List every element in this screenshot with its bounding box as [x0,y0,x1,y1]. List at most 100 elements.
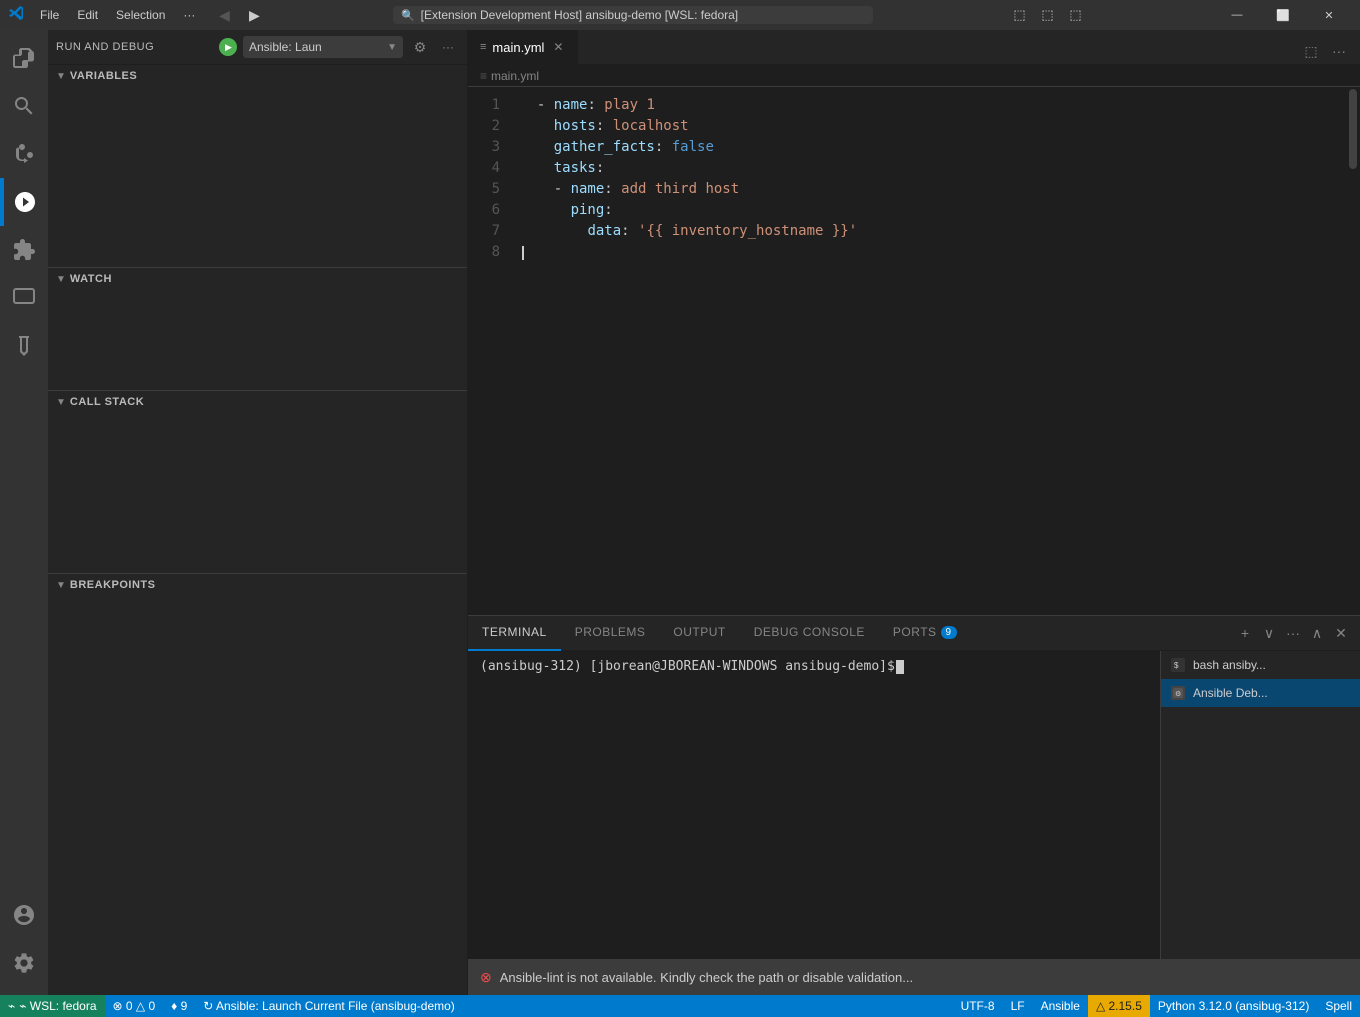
restore-button[interactable]: ⬜ [1260,0,1306,30]
titlebar: File Edit Selection ··· ◀ ▶ 🔍 [Extension… [0,0,1360,30]
tab-ports[interactable]: PORTS 9 [879,616,971,651]
activity-explorer[interactable] [0,34,48,82]
panel-toggle-button[interactable]: ⬚ [1006,4,1032,26]
call-stack-content [48,413,467,573]
svg-text:$: $ [1174,661,1179,670]
editor-scrollbar[interactable] [1346,87,1360,615]
wsl-icon: ⌁ [8,999,15,1013]
breadcrumb: ≡ main.yml [468,65,1360,87]
breakpoints-section: ▼ BREAKPOINTS [48,574,467,656]
variables-header[interactable]: ▼ VARIABLES [48,65,467,87]
chevron-down-icon: ▼ [387,42,397,53]
tab-filename: main.yml [492,40,544,55]
tab-output[interactable]: OUTPUT [659,616,739,651]
breakpoints-content [48,596,467,656]
terminal-prompt-text: (ansibug-312) [jborean@JBOREAN-WINDOWS a… [480,659,895,674]
watch-section: ▼ WATCH [48,268,467,391]
menu-selection[interactable]: Selection [108,6,173,24]
bash-terminal-icon: $ [1171,658,1185,672]
debug-more-button[interactable]: ··· [437,36,459,58]
status-bar: ⌁ ⌁ WSL: fedora ⊗ 0 △ 0 ♦ 9 ↻ Ansible: L… [0,995,1360,1017]
errors-label: ⊗ 0 △ 0 [113,999,156,1013]
terminal-bash-item[interactable]: $ bash ansibу... [1161,651,1360,679]
tab-terminal[interactable]: TERMINAL [468,616,561,651]
status-ports[interactable]: ♦ 9 [163,995,195,1017]
status-errors[interactable]: ⊗ 0 △ 0 [105,995,164,1017]
sidebar-toggle-button[interactable]: ⬚ [1034,4,1060,26]
panel-maximize-button[interactable]: ∧ [1306,622,1328,644]
activity-bottom [0,891,48,995]
code-editor[interactable]: 1 2 3 4 5 6 7 8 - name: play 1 hosts: lo… [468,87,1360,615]
new-terminal-button[interactable]: + [1234,622,1256,644]
more-actions-button[interactable]: ··· [1326,38,1352,64]
terminal-cursor [896,660,904,674]
code-line-1: - name: play 1 [516,95,1360,116]
status-wsl[interactable]: ⌁ ⌁ WSL: fedora [0,995,105,1017]
status-python[interactable]: Python 3.12.0 (ansibug-312) [1150,995,1317,1017]
minimize-button[interactable]: — [1214,0,1260,30]
tab-problems[interactable]: PROBLEMS [561,616,660,651]
terminal-split-button[interactable]: ∨ [1258,622,1280,644]
status-encoding[interactable]: UTF-8 [953,995,1003,1017]
tab-file-icon: ≡ [480,41,486,53]
panel-close-button[interactable]: ✕ [1330,622,1352,644]
activity-test[interactable] [0,322,48,370]
svg-text:⚙: ⚙ [1175,690,1181,698]
terminal-content[interactable]: (ansibug-312) [jborean@JBOREAN-WINDOWS a… [468,651,1160,959]
activity-run-debug[interactable] [0,178,48,226]
code-line-3: gather_facts: false [516,137,1360,158]
debug-run-button[interactable] [219,38,237,56]
tab-bar: ≡ main.yml ✕ ⬚ ··· [468,30,1360,65]
variables-chevron: ▼ [56,71,66,82]
close-button[interactable]: ✕ [1306,0,1352,30]
menu-edit[interactable]: Edit [69,6,106,24]
vscode-logo [8,5,24,26]
error-icon: ⊗ [480,969,492,986]
call-stack-header[interactable]: ▼ CALL STACK [48,391,467,413]
variables-title: VARIABLES [70,70,137,82]
split-editor-button[interactable]: ⬚ [1298,38,1324,64]
status-ansible-version[interactable]: △ 2.15.5 [1088,995,1150,1017]
status-spell[interactable]: Spell [1317,995,1360,1017]
activity-source-control[interactable] [0,130,48,178]
ansible-terminal-label: Ansible Deb... [1193,686,1268,700]
menu-file[interactable]: File [32,6,67,24]
title-icons: ⬚ ⬚ ⬚ [1006,4,1088,26]
call-stack-section: ▼ CALL STACK [48,391,467,574]
activity-settings[interactable] [0,939,48,987]
ansible-terminal-icon: ⚙ [1171,686,1185,700]
title-search[interactable]: 🔍 [Extension Development Host] ansibug-d… [393,6,873,24]
debug-gear-button[interactable]: ⚙ [409,36,431,58]
ports-label: ♦ 9 [171,999,187,1013]
layout-button[interactable]: ⬚ [1062,4,1088,26]
sidebar: RUN AND DEBUG Ansible: Laun ▼ ⚙ ··· ▼ VA… [48,30,468,995]
menu-more[interactable]: ··· [175,6,203,24]
breadcrumb-filename: main.yml [491,69,539,83]
nav-forward-button[interactable]: ▶ [241,4,267,26]
activity-extensions[interactable] [0,226,48,274]
activity-accounts[interactable] [0,891,48,939]
launch-config-label: Ansible: Laun [249,40,322,54]
tab-close-button[interactable]: ✕ [550,39,566,55]
terminal-ansible-item[interactable]: ⚙ Ansible Deb... [1161,679,1360,707]
tab-debug-console[interactable]: DEBUG CONSOLE [740,616,879,651]
terminal-more-button[interactable]: ··· [1282,622,1304,644]
code-line-7: data: '{{ inventory_hostname }}' [516,221,1360,242]
wsl-label: ⌁ WSL: fedora [19,999,96,1013]
breadcrumb-icon: ≡ [480,69,487,83]
breakpoints-title: BREAKPOINTS [70,579,156,591]
status-eol[interactable]: LF [1003,995,1033,1017]
status-launch[interactable]: ↻ Ansible: Launch Current File (ansibug-… [195,995,463,1017]
tab-main-yml[interactable]: ≡ main.yml ✕ [468,30,579,64]
launch-config-selector[interactable]: Ansible: Laun ▼ [243,36,403,58]
watch-header[interactable]: ▼ WATCH [48,268,467,290]
status-language[interactable]: Ansible [1033,995,1088,1017]
nav-back-button[interactable]: ◀ [211,4,237,26]
activity-remote-explorer[interactable] [0,274,48,322]
encoding-label: UTF-8 [961,999,995,1013]
activity-search[interactable] [0,82,48,130]
notification-text: Ansible-lint is not available. Kindly ch… [500,970,913,985]
code-line-2: hosts: localhost [516,116,1360,137]
ansible-version-label: △ 2.15.5 [1096,999,1142,1013]
breakpoints-header[interactable]: ▼ BREAKPOINTS [48,574,467,596]
